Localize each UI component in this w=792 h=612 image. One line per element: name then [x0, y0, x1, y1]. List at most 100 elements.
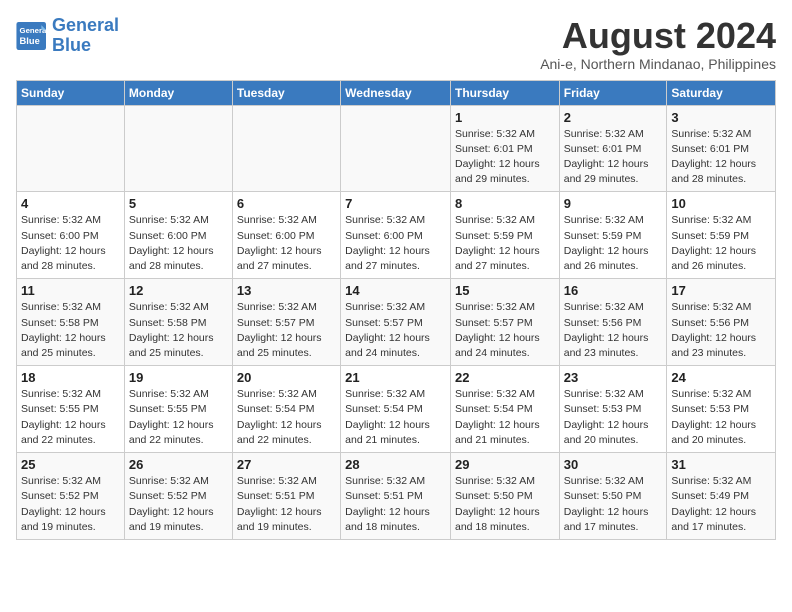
- day-info: Sunrise: 5:32 AM Sunset: 6:00 PM Dayligh…: [237, 213, 336, 274]
- header-friday: Friday: [559, 80, 667, 105]
- day-info: Sunrise: 5:32 AM Sunset: 5:50 PM Dayligh…: [564, 474, 663, 535]
- day-cell: 21 Sunrise: 5:32 AM Sunset: 5:54 PM Dayli…: [341, 366, 451, 453]
- day-cell: 17 Sunrise: 5:32 AM Sunset: 5:56 PM Dayli…: [667, 279, 776, 366]
- day-number: 15: [455, 283, 555, 298]
- svg-text:General: General: [20, 26, 48, 35]
- day-cell: 16Sunrise: 5:32 AM Sunset: 5:56 PM Dayli…: [559, 279, 667, 366]
- day-info: Sunrise: 5:32 AM Sunset: 5:53 PM Dayligh…: [564, 387, 663, 448]
- day-number: 17: [671, 283, 771, 298]
- day-info: Sunrise: 5:32 AM Sunset: 5:52 PM Dayligh…: [129, 474, 228, 535]
- day-info: Sunrise: 5:32 AM Sunset: 5:51 PM Dayligh…: [237, 474, 336, 535]
- day-info: Sunrise: 5:32 AM Sunset: 5:55 PM Dayligh…: [129, 387, 228, 448]
- day-cell: 7 Sunrise: 5:32 AM Sunset: 6:00 PM Daylig…: [341, 192, 451, 279]
- day-number: 29: [455, 457, 555, 472]
- day-cell: 3 Sunrise: 5:32 AM Sunset: 6:01 PM Daylig…: [667, 105, 776, 192]
- day-cell: [17, 105, 125, 192]
- day-number: 14: [345, 283, 446, 298]
- week-row-5: 25 Sunrise: 5:32 AM Sunset: 5:52 PM Dayli…: [17, 453, 776, 540]
- day-number: 11: [21, 283, 120, 298]
- day-info: Sunrise: 5:32 AM Sunset: 5:56 PM Dayligh…: [671, 300, 771, 361]
- header-tuesday: Tuesday: [232, 80, 340, 105]
- day-info: Sunrise: 5:32 AM Sunset: 5:50 PM Dayligh…: [455, 474, 555, 535]
- day-number: 8: [455, 196, 555, 211]
- calendar-body: 1 Sunrise: 5:32 AM Sunset: 6:01 PM Daylig…: [17, 105, 776, 539]
- day-info: Sunrise: 5:32 AM Sunset: 5:59 PM Dayligh…: [564, 213, 663, 274]
- day-cell: [341, 105, 451, 192]
- day-cell: 14 Sunrise: 5:32 AM Sunset: 5:57 PM Dayli…: [341, 279, 451, 366]
- day-number: 12: [129, 283, 228, 298]
- day-info: Sunrise: 5:32 AM Sunset: 6:00 PM Dayligh…: [345, 213, 446, 274]
- day-number: 7: [345, 196, 446, 211]
- day-cell: 26 Sunrise: 5:32 AM Sunset: 5:52 PM Dayli…: [124, 453, 232, 540]
- day-number: 1: [455, 110, 555, 125]
- day-info: Sunrise: 5:32 AM Sunset: 5:49 PM Dayligh…: [671, 474, 771, 535]
- day-cell: 5 Sunrise: 5:32 AM Sunset: 6:00 PM Daylig…: [124, 192, 232, 279]
- day-cell: 13Sunrise: 5:32 AM Sunset: 5:57 PM Dayli…: [232, 279, 340, 366]
- day-info: Sunrise: 5:32 AM Sunset: 5:52 PM Dayligh…: [21, 474, 120, 535]
- day-number: 26: [129, 457, 228, 472]
- logo-line2: Blue: [52, 35, 91, 55]
- day-number: 13: [237, 283, 336, 298]
- day-number: 22: [455, 370, 555, 385]
- header-wednesday: Wednesday: [341, 80, 451, 105]
- day-info: Sunrise: 5:32 AM Sunset: 5:59 PM Dayligh…: [455, 213, 555, 274]
- calendar-header-row: SundayMondayTuesdayWednesdayThursdayFrid…: [17, 80, 776, 105]
- day-number: 20: [237, 370, 336, 385]
- day-cell: 18Sunrise: 5:32 AM Sunset: 5:55 PM Dayli…: [17, 366, 125, 453]
- calendar-subtitle: Ani-e, Northern Mindanao, Philippines: [540, 56, 776, 72]
- week-row-3: 11 Sunrise: 5:32 AM Sunset: 5:58 PM Dayli…: [17, 279, 776, 366]
- day-info: Sunrise: 5:32 AM Sunset: 6:00 PM Dayligh…: [129, 213, 228, 274]
- day-cell: 15 Sunrise: 5:32 AM Sunset: 5:57 PM Dayli…: [450, 279, 559, 366]
- day-cell: 12Sunrise: 5:32 AM Sunset: 5:58 PM Dayli…: [124, 279, 232, 366]
- day-number: 25: [21, 457, 120, 472]
- day-number: 4: [21, 196, 120, 211]
- day-cell: 24 Sunrise: 5:32 AM Sunset: 5:53 PM Dayli…: [667, 366, 776, 453]
- day-number: 19: [129, 370, 228, 385]
- day-number: 5: [129, 196, 228, 211]
- logo: General Blue General Blue: [16, 16, 119, 56]
- day-info: Sunrise: 5:32 AM Sunset: 5:54 PM Dayligh…: [455, 387, 555, 448]
- day-number: 9: [564, 196, 663, 211]
- day-info: Sunrise: 5:32 AM Sunset: 6:00 PM Dayligh…: [21, 213, 120, 274]
- day-cell: 9 Sunrise: 5:32 AM Sunset: 5:59 PM Daylig…: [559, 192, 667, 279]
- week-row-2: 4 Sunrise: 5:32 AM Sunset: 6:00 PM Daylig…: [17, 192, 776, 279]
- day-cell: 2 Sunrise: 5:32 AM Sunset: 6:01 PM Daylig…: [559, 105, 667, 192]
- day-number: 3: [671, 110, 771, 125]
- day-cell: 28Sunrise: 5:32 AM Sunset: 5:51 PM Dayli…: [341, 453, 451, 540]
- header-sunday: Sunday: [17, 80, 125, 105]
- calendar-title: August 2024: [540, 16, 776, 56]
- day-info: Sunrise: 5:32 AM Sunset: 5:51 PM Dayligh…: [345, 474, 446, 535]
- day-info: Sunrise: 5:32 AM Sunset: 5:53 PM Dayligh…: [671, 387, 771, 448]
- day-number: 21: [345, 370, 446, 385]
- calendar-table: SundayMondayTuesdayWednesdayThursdayFrid…: [16, 80, 776, 540]
- logo-line1: General: [52, 15, 119, 35]
- day-cell: 25 Sunrise: 5:32 AM Sunset: 5:52 PM Dayli…: [17, 453, 125, 540]
- day-info: Sunrise: 5:32 AM Sunset: 5:55 PM Dayligh…: [21, 387, 120, 448]
- page-header: General Blue General Blue August 2024 An…: [16, 16, 776, 72]
- day-cell: 1 Sunrise: 5:32 AM Sunset: 6:01 PM Daylig…: [450, 105, 559, 192]
- day-cell: 8 Sunrise: 5:32 AM Sunset: 5:59 PM Daylig…: [450, 192, 559, 279]
- day-info: Sunrise: 5:32 AM Sunset: 6:01 PM Dayligh…: [455, 127, 555, 188]
- day-info: Sunrise: 5:32 AM Sunset: 5:58 PM Dayligh…: [21, 300, 120, 361]
- day-number: 24: [671, 370, 771, 385]
- day-cell: [232, 105, 340, 192]
- day-cell: 27 Sunrise: 5:32 AM Sunset: 5:51 PM Dayli…: [232, 453, 340, 540]
- day-cell: 11 Sunrise: 5:32 AM Sunset: 5:58 PM Dayli…: [17, 279, 125, 366]
- day-number: 2: [564, 110, 663, 125]
- week-row-4: 18Sunrise: 5:32 AM Sunset: 5:55 PM Dayli…: [17, 366, 776, 453]
- day-info: Sunrise: 5:32 AM Sunset: 6:01 PM Dayligh…: [671, 127, 771, 188]
- day-cell: 4 Sunrise: 5:32 AM Sunset: 6:00 PM Daylig…: [17, 192, 125, 279]
- day-cell: 19 Sunrise: 5:32 AM Sunset: 5:55 PM Dayli…: [124, 366, 232, 453]
- day-info: Sunrise: 5:32 AM Sunset: 5:59 PM Dayligh…: [671, 213, 771, 274]
- day-number: 27: [237, 457, 336, 472]
- day-cell: 23 Sunrise: 5:32 AM Sunset: 5:53 PM Dayli…: [559, 366, 667, 453]
- day-cell: [124, 105, 232, 192]
- day-info: Sunrise: 5:32 AM Sunset: 5:54 PM Dayligh…: [345, 387, 446, 448]
- day-info: Sunrise: 5:32 AM Sunset: 6:01 PM Dayligh…: [564, 127, 663, 188]
- day-info: Sunrise: 5:32 AM Sunset: 5:57 PM Dayligh…: [345, 300, 446, 361]
- day-info: Sunrise: 5:32 AM Sunset: 5:54 PM Dayligh…: [237, 387, 336, 448]
- day-number: 23: [564, 370, 663, 385]
- day-number: 30: [564, 457, 663, 472]
- day-info: Sunrise: 5:32 AM Sunset: 5:57 PM Dayligh…: [455, 300, 555, 361]
- header-monday: Monday: [124, 80, 232, 105]
